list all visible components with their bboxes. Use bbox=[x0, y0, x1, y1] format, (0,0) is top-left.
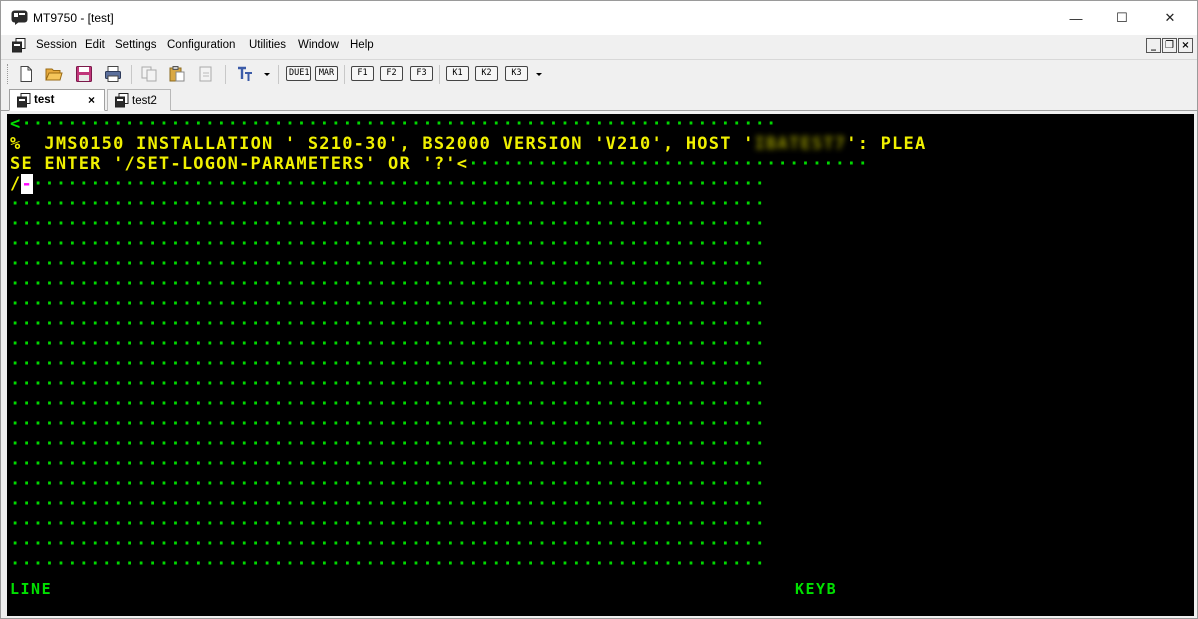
terminal-empty-row[interactable]: ········································… bbox=[10, 494, 766, 514]
mdi-close-button[interactable]: × bbox=[1178, 38, 1193, 53]
terminal-row: % JMS0150 INSTALLATION ' S210-30', BS200… bbox=[10, 134, 926, 154]
keys-dropdown-arrow-icon[interactable] bbox=[536, 73, 542, 76]
maximize-button[interactable]: ☐ bbox=[1099, 1, 1145, 35]
terminal-empty-row[interactable]: ········································… bbox=[10, 374, 766, 394]
paste-icon[interactable] bbox=[168, 65, 186, 83]
mdi-minimize-button[interactable]: _ bbox=[1146, 38, 1161, 53]
menu-session[interactable]: Session bbox=[36, 39, 77, 51]
maximize-icon: ☐ bbox=[1116, 10, 1128, 25]
font-dropdown-arrow-icon[interactable] bbox=[264, 73, 270, 76]
mdi-controls: _ ❐ × bbox=[1146, 38, 1193, 53]
key-f2-button[interactable]: F2 bbox=[380, 66, 403, 81]
terminal-empty-row[interactable]: ········································… bbox=[10, 194, 766, 214]
terminal-empty-row[interactable]: ········································… bbox=[10, 334, 766, 354]
terminal-field-fill: ··································· bbox=[468, 154, 870, 174]
close-button[interactable]: ✕ bbox=[1147, 1, 1193, 35]
tab-close-icon[interactable]: × bbox=[88, 93, 95, 107]
key-f1-button[interactable]: F1 bbox=[351, 66, 374, 81]
minimize-button[interactable]: — bbox=[1053, 1, 1099, 35]
app-logo-icon bbox=[11, 10, 28, 25]
key-f3-button[interactable]: F3 bbox=[410, 66, 433, 81]
terminal-text: < bbox=[10, 114, 22, 134]
terminal-input-row[interactable]: /-······································… bbox=[10, 174, 766, 194]
terminal-cursor: - bbox=[21, 174, 33, 194]
terminal-empty-row[interactable]: ········································… bbox=[10, 514, 766, 534]
mdi-restore-button[interactable]: ❐ bbox=[1162, 38, 1177, 53]
terminal-empty-row[interactable]: ········································… bbox=[10, 534, 766, 554]
window-title: MT9750 - [test] bbox=[33, 11, 114, 25]
toolbar-separator bbox=[225, 65, 226, 84]
copy-icon[interactable] bbox=[140, 65, 158, 83]
terminal-text: ': PLEA bbox=[846, 134, 927, 154]
terminal-empty-row[interactable]: ········································… bbox=[10, 234, 766, 254]
menu-configuration[interactable]: Configuration bbox=[167, 39, 235, 51]
tab-label: test bbox=[34, 94, 55, 106]
tab-test2[interactable]: test2 bbox=[107, 89, 171, 111]
toolbar: DUE1 MAR F1 F2 F3 K1 K2 K3 bbox=[1, 59, 1197, 87]
menu-help[interactable]: Help bbox=[350, 39, 374, 51]
menu-utilities[interactable]: Utilities bbox=[249, 39, 286, 51]
terminal-empty-row[interactable]: ········································… bbox=[10, 554, 766, 574]
terminal-redacted-host: IBATEST7 bbox=[754, 134, 847, 154]
new-document-icon[interactable] bbox=[17, 65, 35, 83]
terminal-empty-row[interactable]: ········································… bbox=[10, 274, 766, 294]
terminal-row: SE ENTER '/SET-LOGON-PARAMETERS' OR '?'<… bbox=[10, 154, 869, 174]
menu-window[interactable]: Window bbox=[298, 39, 339, 51]
minimize-icon: — bbox=[1069, 10, 1083, 26]
terminal-empty-row[interactable]: ········································… bbox=[10, 314, 766, 334]
menu-settings[interactable]: Settings bbox=[115, 39, 157, 51]
toolbar-separator bbox=[439, 65, 440, 84]
session-document-icon bbox=[115, 93, 129, 108]
terminal-empty-row[interactable]: ········································… bbox=[10, 434, 766, 454]
toolbar-separator bbox=[278, 65, 279, 84]
terminal-empty-row[interactable]: ········································… bbox=[10, 294, 766, 314]
session-document-icon[interactable] bbox=[12, 38, 26, 53]
key-mar-button[interactable]: MAR bbox=[315, 66, 338, 81]
key-k1-button[interactable]: K1 bbox=[446, 66, 469, 81]
print-icon[interactable] bbox=[104, 65, 122, 83]
application-window: MT9750 - [test] — ☐ ✕ Session Edit Setti… bbox=[0, 0, 1198, 619]
status-line-indicator: LINE bbox=[10, 580, 53, 598]
terminal-text: / bbox=[10, 174, 22, 194]
terminal-text: SE ENTER '/SET-LOGON-PARAMETERS' OR '?'< bbox=[10, 154, 469, 174]
terminal-field-fill: ········································… bbox=[21, 114, 778, 134]
paste-special-icon[interactable] bbox=[197, 65, 215, 83]
terminal-empty-row[interactable]: ········································… bbox=[10, 394, 766, 414]
tab-test[interactable]: test × bbox=[9, 89, 105, 111]
terminal-text: JMS0150 INSTALLATION ' S210-30', BS2000 … bbox=[21, 134, 755, 154]
menu-bar: Session Edit Settings Configuration Util… bbox=[1, 35, 1197, 57]
terminal-empty-row[interactable]: ········································… bbox=[10, 414, 766, 434]
terminal-empty-row[interactable]: ········································… bbox=[10, 474, 766, 494]
open-folder-icon[interactable] bbox=[45, 65, 63, 83]
save-icon[interactable] bbox=[75, 65, 93, 83]
close-icon: ✕ bbox=[1164, 10, 1176, 25]
session-document-icon bbox=[17, 93, 31, 108]
tab-label: test2 bbox=[132, 94, 157, 107]
toolbar-separator bbox=[344, 65, 345, 84]
toolbar-grip[interactable] bbox=[7, 64, 10, 84]
font-icon[interactable] bbox=[236, 65, 254, 83]
session-tabs: test × test2 bbox=[1, 87, 1197, 111]
key-k2-button[interactable]: K2 bbox=[475, 66, 498, 81]
terminal-field-fill: ········································… bbox=[32, 174, 767, 194]
terminal-empty-row[interactable]: ········································… bbox=[10, 454, 766, 474]
key-k3-button[interactable]: K3 bbox=[505, 66, 528, 81]
terminal-row: <·······································… bbox=[10, 114, 778, 134]
terminal-empty-row[interactable]: ········································… bbox=[10, 354, 766, 374]
toolbar-separator bbox=[131, 65, 132, 84]
terminal-text: % bbox=[10, 134, 22, 154]
terminal-empty-row[interactable]: ········································… bbox=[10, 214, 766, 234]
terminal-empty-row[interactable]: ········································… bbox=[10, 254, 766, 274]
terminal-screen[interactable]: <·······································… bbox=[7, 114, 1194, 616]
status-keyboard-indicator: KEYB bbox=[795, 580, 838, 598]
key-due1-button[interactable]: DUE1 bbox=[286, 66, 311, 81]
menu-edit[interactable]: Edit bbox=[85, 39, 105, 51]
title-bar: MT9750 - [test] — ☐ ✕ bbox=[1, 1, 1197, 35]
